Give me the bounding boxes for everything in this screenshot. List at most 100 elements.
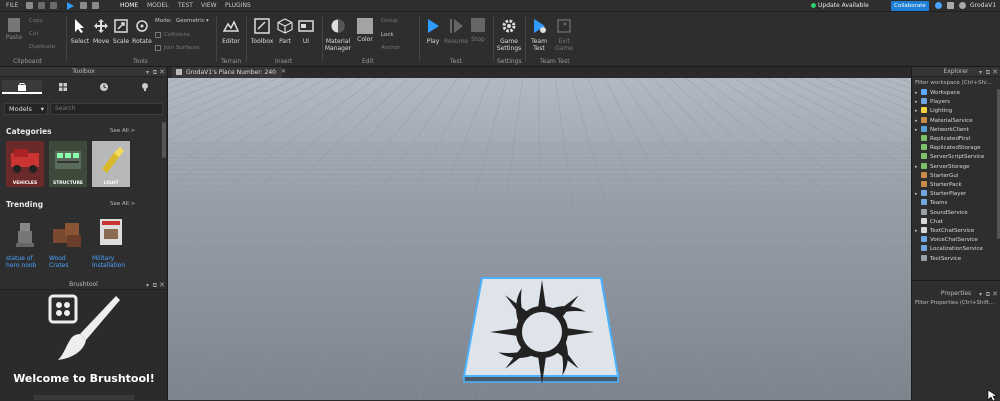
explorer-item[interactable]: Teams [915, 199, 947, 208]
category-dropdown[interactable]: Models ▾ [4, 103, 48, 115]
lock-button[interactable]: Lock [381, 32, 394, 38]
explorer-item[interactable]: ▸ Workspace [915, 89, 960, 98]
resume-button[interactable]: Resume [444, 18, 468, 45]
terrain-editor-button[interactable]: Editor [219, 18, 243, 45]
tab-test[interactable]: TEST [178, 2, 193, 9]
anchor-button[interactable]: Anchor [381, 45, 400, 51]
redo-icon[interactable] [50, 2, 57, 9]
cut-button[interactable]: Cut [29, 31, 38, 37]
trending-crates-label[interactable]: Wood Crates [49, 255, 69, 269]
document-tab[interactable]: GrodaV1's Place Number: 240 [172, 67, 282, 78]
dock-icon[interactable]: ▾ [979, 291, 982, 298]
trending-statue-label[interactable]: statue of hero noob [6, 255, 36, 269]
tab-view[interactable]: VIEW [201, 2, 217, 9]
material-manager-button[interactable]: Material Manager [324, 18, 352, 52]
copy-button[interactable]: Copy [29, 18, 43, 24]
popout-icon[interactable]: ⧉ [153, 69, 157, 77]
brushtool-button-edge[interactable] [34, 395, 134, 400]
tab-inventory[interactable] [2, 80, 42, 94]
close-icon[interactable]: ✕ [159, 68, 165, 76]
category-vehicles[interactable]: VEHICLES [6, 141, 44, 187]
join-surfaces-checkbox[interactable] [155, 45, 161, 51]
team-test-button[interactable]: Team Test [528, 18, 550, 52]
explorer-item[interactable]: ServerScriptService [915, 153, 984, 162]
popout-icon[interactable]: ⧉ [153, 282, 157, 290]
explorer-item[interactable]: Chat [915, 217, 943, 227]
tab-close-icon[interactable]: ✕ [281, 68, 286, 75]
paste-button[interactable]: Paste [5, 18, 23, 41]
explorer-item[interactable]: StarterGui [915, 171, 958, 181]
stop-button[interactable]: Stop [468, 18, 488, 43]
explorer-item[interactable]: ▸ Players [915, 98, 950, 107]
stop-icon[interactable] [80, 2, 87, 9]
explorer-item[interactable]: ReplicatedStorage [915, 144, 980, 153]
play-icon[interactable] [67, 2, 74, 10]
toolbox-scrollbar[interactable] [162, 122, 166, 158]
selected-part[interactable] [456, 274, 626, 386]
trending-item-military[interactable] [92, 215, 130, 251]
collaborate-button[interactable]: Collaborate [891, 1, 929, 11]
play-button[interactable]: Play [422, 18, 444, 45]
explorer-item[interactable]: ReplicatedFirst [915, 135, 971, 144]
3d-viewport[interactable] [168, 78, 911, 400]
trending-see-all-link[interactable]: See All > [110, 201, 135, 207]
update-available-button[interactable]: Update Available [818, 2, 869, 9]
tab-home[interactable]: HOME [120, 2, 138, 9]
explorer-item[interactable]: ▸ TextChatService [915, 227, 974, 236]
tab-creations[interactable] [125, 80, 165, 94]
close-icon[interactable]: ✕ [159, 281, 165, 289]
explorer-item[interactable]: StarterPack [915, 181, 962, 190]
part-button[interactable]: Part [275, 18, 295, 45]
ui-button[interactable]: UI [296, 18, 316, 45]
rotate-tool-button[interactable]: Rotate [131, 18, 153, 45]
tab-marketplace[interactable] [43, 80, 83, 94]
dock-icon[interactable]: ▾ [146, 282, 149, 289]
tab-model[interactable]: MODEL [147, 2, 169, 9]
trending-military-label[interactable]: Military Installation [92, 255, 125, 269]
explorer-item[interactable]: ▸ StarterPlayer [915, 190, 966, 199]
save-icon[interactable] [26, 2, 33, 9]
explorer-item[interactable]: VoiceChatService [915, 236, 978, 245]
toolbox-button[interactable]: Toolbox [249, 18, 275, 45]
mode-chevron-icon[interactable]: ▾ [206, 18, 209, 24]
user-avatar-icon[interactable] [959, 2, 966, 9]
trending-item-statue[interactable] [6, 215, 44, 251]
undo-icon[interactable] [38, 2, 45, 9]
trending-item-crates[interactable] [49, 215, 87, 251]
duplicate-button[interactable]: Duplicate [29, 44, 55, 50]
mode-dropdown[interactable]: Geometric [176, 18, 205, 24]
explorer-item[interactable]: ▸ MaterialService [915, 116, 973, 126]
category-light[interactable]: LIGHT [92, 141, 130, 187]
move-tool-button[interactable]: Move [91, 18, 111, 45]
dock-icon[interactable]: ▾ [979, 69, 982, 76]
collisions-checkbox[interactable] [155, 32, 161, 38]
close-icon[interactable]: ✕ [992, 68, 998, 76]
file-menu[interactable]: FILE [6, 2, 18, 9]
popout-icon[interactable]: ⧉ [986, 291, 990, 299]
explorer-item[interactable]: ▸ Lighting [915, 107, 952, 116]
share-icon[interactable] [947, 2, 954, 9]
explorer-item[interactable]: ▸ NetworkClient [915, 125, 969, 135]
user-name[interactable]: GrodaV1 [970, 2, 996, 9]
close-icon[interactable]: ✕ [992, 290, 998, 298]
explorer-item[interactable]: ▸ ServerStorage [915, 162, 970, 172]
categories-see-all-link[interactable]: See All > [110, 128, 135, 134]
popout-icon[interactable]: ⧉ [986, 69, 990, 77]
explorer-item[interactable]: SoundService [915, 208, 968, 218]
color-button[interactable]: Color [355, 18, 375, 43]
game-settings-button[interactable]: Game Settings [496, 18, 522, 52]
explorer-filter-input[interactable]: Filter workspace (Ctrl+Shi... [915, 80, 992, 86]
scale-tool-button[interactable]: Scale [111, 18, 131, 45]
properties-filter-input[interactable]: Filter Properties (Ctrl+Shift... [915, 300, 994, 306]
exit-game-button[interactable]: Exit Game [553, 18, 575, 52]
group-button[interactable]: Group [381, 18, 398, 24]
tab-recent[interactable] [84, 80, 124, 94]
select-tool-button[interactable]: Select [69, 18, 91, 45]
category-structure[interactable]: STRUCTURE [49, 141, 87, 187]
explorer-item[interactable]: TestService [915, 254, 961, 264]
dock-icon[interactable]: ▾ [146, 69, 149, 76]
help-icon[interactable] [935, 2, 942, 9]
tab-plugins[interactable]: PLUGINS [225, 2, 251, 9]
explorer-item[interactable]: LocalizationService [915, 245, 983, 254]
tools-icon[interactable] [92, 2, 99, 9]
